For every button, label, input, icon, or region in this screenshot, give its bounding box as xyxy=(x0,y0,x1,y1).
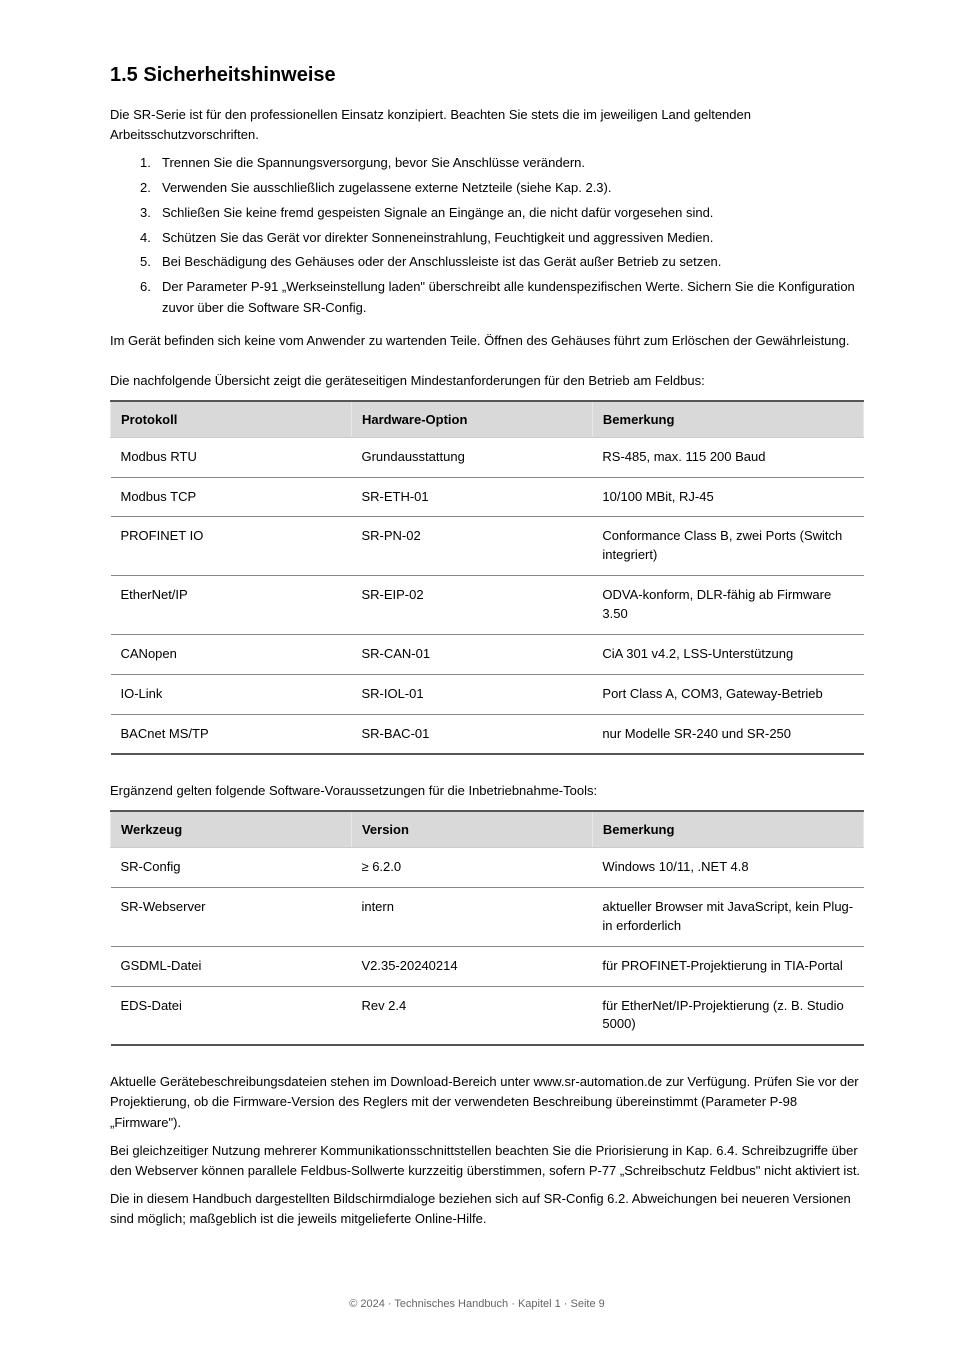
closing-paragraph-3: Die in diesem Handbuch dargestellten Bil… xyxy=(110,1189,864,1229)
cell: Rev 2.4 xyxy=(351,986,592,1045)
cell: Modbus TCP xyxy=(111,477,352,517)
table-row: BACnet MS/TP SR-BAC-01 nur Modelle SR-24… xyxy=(111,714,864,754)
cell: für EtherNet/IP-Projektierung (z. B. Stu… xyxy=(592,986,863,1045)
cell: Port Class A, COM3, Gateway-Betrieb xyxy=(592,674,863,714)
list-item: 1.Trennen Sie die Spannungsversorgung, b… xyxy=(110,153,864,174)
cell: Windows 10/11, .NET 4.8 xyxy=(592,848,863,888)
cell: SR-ETH-01 xyxy=(351,477,592,517)
list-text: Schützen Sie das Gerät vor direkter Sonn… xyxy=(162,230,713,245)
page-footer: © 2024 · Technisches Handbuch · Kapitel … xyxy=(0,1298,954,1310)
table-header: Protokoll xyxy=(111,401,352,438)
cell: IO-Link xyxy=(111,674,352,714)
cell: BACnet MS/TP xyxy=(111,714,352,754)
cell: 10/100 MBit, RJ-45 xyxy=(592,477,863,517)
table-header: Werkzeug xyxy=(111,811,352,848)
cell: ODVA-konform, DLR-fähig ab Firmware 3.50 xyxy=(592,576,863,635)
closing-paragraph-2: Bei gleichzeitiger Nutzung mehrerer Komm… xyxy=(110,1141,864,1181)
closing-paragraph-1: Aktuelle Gerätebeschreibungsdateien steh… xyxy=(110,1072,864,1132)
section-heading: 1.5 Sicherheitshinweise xyxy=(110,64,864,87)
list-number: 3. xyxy=(140,203,162,224)
cell: nur Modelle SR-240 und SR-250 xyxy=(592,714,863,754)
table-row: EDS-Datei Rev 2.4 für EtherNet/IP-Projek… xyxy=(111,986,864,1045)
list-text: Trennen Sie die Spannungsversorgung, bev… xyxy=(162,155,585,170)
list-item: 4.Schützen Sie das Gerät vor direkter So… xyxy=(110,228,864,249)
cell: aktueller Browser mit JavaScript, kein P… xyxy=(592,888,863,947)
list-number: 4. xyxy=(140,228,162,249)
list-item: 5.Bei Beschädigung des Gehäuses oder der… xyxy=(110,252,864,273)
intro-paragraph-2: Im Gerät befinden sich keine vom Anwende… xyxy=(110,331,864,351)
table-row: SR-Config ≥ 6.2.0 Windows 10/11, .NET 4.… xyxy=(111,848,864,888)
cell: intern xyxy=(351,888,592,947)
cell: SR-BAC-01 xyxy=(351,714,592,754)
protocol-requirements-table: Protokoll Hardware-Option Bemerkung Modb… xyxy=(110,400,864,756)
cell: ≥ 6.2.0 xyxy=(351,848,592,888)
software-requirements-table: Werkzeug Version Bemerkung SR-Config ≥ 6… xyxy=(110,810,864,1046)
table-2-title: Ergänzend gelten folgende Software-Vorau… xyxy=(110,781,864,802)
cell: für PROFINET-Projektierung in TIA-Portal xyxy=(592,946,863,986)
table-row: CANopen SR-CAN-01 CiA 301 v4.2, LSS-Unte… xyxy=(111,634,864,674)
table-row: EtherNet/IP SR-EIP-02 ODVA-konform, DLR-… xyxy=(111,576,864,635)
list-item: 2.Verwenden Sie ausschließlich zugelasse… xyxy=(110,178,864,199)
cell: Modbus RTU xyxy=(111,437,352,477)
list-item: 3.Schließen Sie keine fremd gespeisten S… xyxy=(110,203,864,224)
table-header: Bemerkung xyxy=(592,811,863,848)
cell: GSDML-Datei xyxy=(111,946,352,986)
cell: V2.35-20240214 xyxy=(351,946,592,986)
cell: CiA 301 v4.2, LSS-Unterstützung xyxy=(592,634,863,674)
cell: SR-CAN-01 xyxy=(351,634,592,674)
table-header: Hardware-Option xyxy=(351,401,592,438)
cell: RS-485, max. 115 200 Baud xyxy=(592,437,863,477)
list-number: 2. xyxy=(140,178,162,199)
cell: SR-IOL-01 xyxy=(351,674,592,714)
cell: SR-PN-02 xyxy=(351,517,592,576)
cell: SR-EIP-02 xyxy=(351,576,592,635)
cell: SR-Webserver xyxy=(111,888,352,947)
cell: Grundausstattung xyxy=(351,437,592,477)
table-header: Version xyxy=(351,811,592,848)
list-text: Verwenden Sie ausschließlich zugelassene… xyxy=(162,180,611,195)
table-row: IO-Link SR-IOL-01 Port Class A, COM3, Ga… xyxy=(111,674,864,714)
cell: Conformance Class B, zwei Ports (Switch … xyxy=(592,517,863,576)
table-row: Modbus TCP SR-ETH-01 10/100 MBit, RJ-45 xyxy=(111,477,864,517)
table-row: GSDML-Datei V2.35-20240214 für PROFINET-… xyxy=(111,946,864,986)
table-header: Bemerkung xyxy=(592,401,863,438)
list-text: Schließen Sie keine fremd gespeisten Sig… xyxy=(162,205,713,220)
table-row: Modbus RTU Grundausstattung RS-485, max.… xyxy=(111,437,864,477)
list-number: 1. xyxy=(140,153,162,174)
intro-paragraph: Die SR-Serie ist für den professionellen… xyxy=(110,105,864,145)
table-1-title: Die nachfolgende Übersicht zeigt die ger… xyxy=(110,371,864,392)
list-text: Der Parameter P-91 „Werkseinstellung lad… xyxy=(162,279,855,315)
list-number: 5. xyxy=(140,252,162,273)
cell: PROFINET IO xyxy=(111,517,352,576)
list-number: 6. xyxy=(140,277,162,298)
cell: EtherNet/IP xyxy=(111,576,352,635)
cell: CANopen xyxy=(111,634,352,674)
list-text: Bei Beschädigung des Gehäuses oder der A… xyxy=(162,254,721,269)
table-row: PROFINET IO SR-PN-02 Conformance Class B… xyxy=(111,517,864,576)
table-row: SR-Webserver intern aktueller Browser mi… xyxy=(111,888,864,947)
cell: SR-Config xyxy=(111,848,352,888)
list-item: 6.Der Parameter P-91 „Werkseinstellung l… xyxy=(110,277,864,319)
cell: EDS-Datei xyxy=(111,986,352,1045)
